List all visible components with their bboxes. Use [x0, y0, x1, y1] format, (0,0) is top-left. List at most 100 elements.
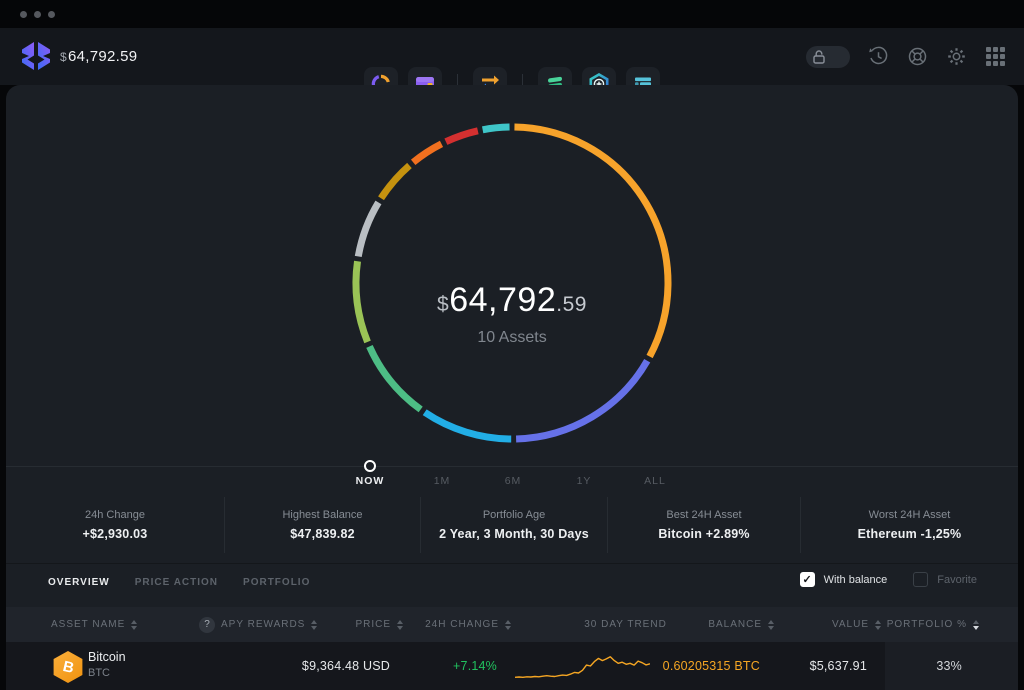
donut-segment-asset-10[interactable] — [481, 123, 510, 134]
sort-arrows-icon[interactable] — [505, 619, 511, 630]
table-filters: ✓ With balance Favorite — [799, 572, 977, 587]
donut-segment-asset-9[interactable] — [444, 127, 479, 145]
bitcoin-asset-icon: B — [53, 651, 83, 683]
column-header-asset-name[interactable]: ASSET NAME — [51, 607, 138, 642]
donut-segment-asset-4[interactable] — [366, 344, 423, 413]
asset-price: $9,364.48 USD — [301, 659, 390, 673]
checkbox-checked-icon[interactable]: ✓ — [799, 572, 815, 587]
donut-total-main: 64,792 — [449, 281, 557, 319]
donut-center-text: $64,792.59 10 Assets — [347, 281, 677, 347]
portfolio-panel: $64,792.59 10 Assets NOW 1M 6M 1Y ALL 24h Ch… — [6, 85, 1018, 690]
tab-price-action[interactable]: PRICE ACTION — [135, 577, 218, 588]
column-header-apy-rewards[interactable]: ? APY REWARDS — [199, 607, 318, 642]
sort-arrows-icon[interactable] — [131, 619, 138, 630]
donut-currency-symbol: $ — [437, 293, 450, 316]
donut-segment-asset-8[interactable] — [410, 140, 444, 166]
unlock-icon — [813, 49, 825, 64]
help-icon[interactable]: ? — [199, 616, 215, 633]
asset-name-block: Bitcoin BTC — [88, 650, 126, 679]
column-header-price[interactable]: PRICE — [355, 607, 403, 642]
apps-grid-button[interactable] — [984, 46, 1006, 68]
allocation-donut-chart: $64,792.59 10 Assets — [347, 118, 677, 448]
header-right-controls — [806, 28, 1006, 85]
asset-30day-trend-sparkline — [514, 650, 651, 682]
sort-arrows-icon[interactable] — [397, 619, 403, 630]
stats-row: 24h Change +$2,930.03 Highest Balance $47,8… — [6, 497, 1018, 553]
timeline-marker-now[interactable]: NOW — [356, 475, 385, 487]
tab-portfolio[interactable]: PORTFOLIO — [243, 577, 310, 588]
sort-arrows-icon[interactable] — [311, 619, 318, 630]
support-button[interactable] — [906, 46, 928, 68]
history-icon — [868, 46, 887, 65]
timeline-handle[interactable] — [364, 460, 376, 472]
gear-icon — [947, 48, 965, 65]
column-header-24h-change[interactable]: 24H CHANGE — [425, 607, 511, 642]
stat-label: Portfolio Age — [482, 509, 546, 521]
asset-name: Bitcoin — [88, 650, 126, 664]
table-header-row: ASSET NAME? APY REWARDS PRICE 24H CHANGE 30 … — [6, 607, 1018, 642]
timeline-marker-1y[interactable]: 1Y — [577, 475, 592, 487]
table-row[interactable]: B Bitcoin BTC $9,364.48 USD +7.14% 0.602… — [6, 642, 1018, 690]
column-label: 30 DAY TREND — [584, 619, 667, 630]
filter-label: Favorite — [937, 573, 977, 586]
header-total-balance: $ 64,792.59 — [60, 28, 137, 85]
asset-portfolio-pct: 33% — [936, 659, 962, 673]
stat-label: 24h Change — [85, 509, 145, 521]
stat-label: Best 24H Asset — [666, 509, 742, 521]
stat-highest-balance: Highest Balance $47,839.82 — [224, 497, 420, 553]
column-label: 24H CHANGE — [425, 619, 499, 630]
stat-value: $47,839.82 — [290, 527, 355, 541]
column-label: APY REWARDS — [221, 619, 306, 630]
sort-arrows-icon[interactable] — [875, 619, 881, 630]
stat-portfolio-age: Portfolio Age 2 Year, 3 Month, 30 Days — [420, 497, 607, 553]
lock-toggle[interactable] — [806, 45, 850, 68]
asset-balance: 0.60205315 BTC — [662, 659, 760, 673]
window-controls[interactable] — [20, 11, 55, 18]
donut-assets-count: 10 Assets — [477, 329, 547, 346]
history-button[interactable] — [867, 46, 889, 68]
tab-overview[interactable]: OVERVIEW — [48, 577, 110, 588]
asset-24h-change: +7.14% — [453, 659, 497, 673]
exodus-logo-icon[interactable] — [19, 41, 53, 76]
column-header-portfolio-[interactable]: PORTFOLIO % — [887, 607, 979, 642]
column-label: PRICE — [355, 619, 391, 630]
settings-button[interactable] — [945, 46, 967, 68]
stat-label: Worst 24H Asset — [868, 509, 951, 521]
stat-best-24h-asset: Best 24H Asset Bitcoin +2.89% — [607, 497, 800, 553]
stat-value: +$2,930.03 — [82, 527, 148, 541]
timeline-track[interactable] — [6, 466, 1018, 467]
column-header-value[interactable]: VALUE — [832, 607, 881, 642]
stat-value: Ethereum -1,25% — [857, 527, 962, 541]
donut-total-cents: .59 — [556, 293, 587, 316]
timeline-marker-all[interactable]: ALL — [644, 475, 666, 487]
asset-symbol: BTC — [88, 667, 110, 679]
column-header-balance[interactable]: BALANCE — [708, 607, 774, 642]
filter-with-balance[interactable]: ✓ With balance — [799, 572, 888, 587]
timeline-marker-6m[interactable]: 6M — [505, 475, 522, 487]
sort-arrows-icon[interactable] — [768, 619, 774, 630]
column-label: BALANCE — [708, 619, 762, 630]
table-separator — [6, 563, 1018, 564]
stat-24h-change: 24h Change +$2,930.03 — [6, 497, 224, 553]
grid-icon — [985, 47, 1005, 66]
column-header-30-day-trend: 30 DAY TREND — [559, 607, 692, 642]
sort-arrows-icon[interactable] — [973, 619, 979, 630]
checkbox-unchecked-icon[interactable] — [913, 572, 929, 587]
app-header: $ 64,792.59 — [0, 28, 1024, 109]
asset-value: $5,637.91 — [809, 659, 867, 673]
table-tabs: OVERVIEW PRICE ACTION PORTFOLIO — [48, 577, 310, 588]
donut-segment-asset-6[interactable] — [354, 200, 382, 258]
timeline-marker-1m[interactable]: 1M — [434, 475, 451, 487]
donut-segment-asset-7[interactable] — [378, 162, 412, 201]
balance-amount: 64,792.59 — [67, 48, 138, 65]
window-titlebar — [0, 0, 1024, 28]
donut-segment-asset-3[interactable] — [422, 409, 512, 443]
stat-value: Bitcoin +2.89% — [658, 527, 750, 541]
balance-currency-symbol: $ — [60, 49, 67, 64]
filter-favorite[interactable]: Favorite — [913, 572, 977, 587]
column-label: VALUE — [831, 619, 869, 630]
stat-value: 2 Year, 3 Month, 30 Days — [439, 527, 589, 541]
column-label: PORTFOLIO % — [886, 619, 967, 630]
donut-segment-asset-2[interactable] — [516, 359, 651, 443]
filter-label: With balance — [823, 573, 888, 586]
